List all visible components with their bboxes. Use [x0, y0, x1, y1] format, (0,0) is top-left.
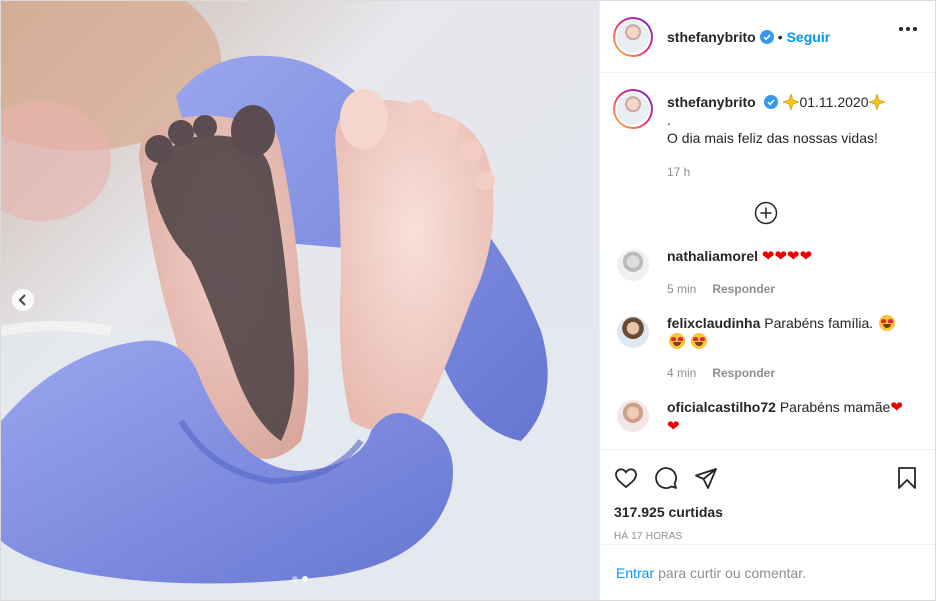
- caption-age: 17 h: [667, 165, 691, 179]
- post-header: sthefanybrito • Seguir: [600, 1, 935, 73]
- heart-eyes-emoji: ❤❤❤❤: [761, 248, 813, 265]
- login-prompt-text: para curtir ou comentar.: [658, 564, 806, 581]
- baby-feet-photo: [1, 1, 599, 600]
- post-actions: 317.925 curtidas HÁ 17 HORAS: [600, 449, 935, 542]
- commenter-avatar[interactable]: [617, 249, 649, 281]
- login-prompt: Entrar para curtir ou comentar.: [600, 544, 935, 600]
- comment-text: Parabéns mamãe: [779, 399, 891, 415]
- caption-author-avatar[interactable]: [613, 89, 653, 129]
- comment-age: 4 min: [667, 366, 697, 380]
- sparkle-emoji-icon: [867, 93, 886, 111]
- comments-list[interactable]: sthefanybrito 01.11.2020 . O dia mais fe…: [600, 73, 935, 446]
- comment-item: oficialcastilho72 Parabéns mamãe❤ ❤: [613, 398, 919, 436]
- commenter-username[interactable]: felixclaudinha: [667, 315, 760, 331]
- login-link[interactable]: Entrar: [616, 565, 654, 581]
- comment-text: Parabéns família.: [764, 315, 874, 331]
- carousel-prev-button[interactable]: [11, 288, 35, 312]
- heart-eyes-emoji: [879, 315, 896, 331]
- post-timestamp[interactable]: HÁ 17 HORAS: [614, 531, 919, 542]
- heart-icon[interactable]: [614, 466, 638, 490]
- comment-icon[interactable]: [654, 466, 678, 490]
- commenter-username[interactable]: oficialcastilho72: [667, 399, 776, 415]
- caption-dot: .: [667, 112, 671, 128]
- likes-count[interactable]: 317.925 curtidas: [614, 504, 919, 520]
- post-frame: sthefanybrito • Seguir sthefanybrito 01.…: [0, 0, 936, 601]
- follow-button[interactable]: Seguir: [787, 29, 831, 45]
- add-comment-icon[interactable]: [754, 201, 778, 225]
- post-image[interactable]: [1, 1, 599, 600]
- comment-age: 5 min: [667, 282, 697, 296]
- post-side-panel: sthefanybrito • Seguir sthefanybrito 01.…: [599, 1, 935, 600]
- bookmark-icon[interactable]: [895, 466, 919, 490]
- post-caption: sthefanybrito 01.11.2020 . O dia mais fe…: [613, 89, 919, 181]
- verified-badge-icon: [759, 29, 774, 44]
- more-options-button[interactable]: [899, 27, 917, 31]
- share-icon[interactable]: [694, 466, 718, 490]
- header-separator: •: [777, 28, 783, 45]
- carousel-indicator: [292, 576, 308, 582]
- carousel-dot: [292, 576, 298, 582]
- caption-text: O dia mais feliz das nossas vidas!: [667, 130, 878, 146]
- heart-emoji: ❤: [890, 399, 903, 416]
- comment-item: nathaliamorel ❤❤❤❤ 5 min Responder: [613, 247, 919, 298]
- heart-emoji: ❤: [667, 418, 680, 435]
- author-avatar[interactable]: [613, 16, 653, 57]
- carousel-dot-active: [302, 576, 308, 582]
- commenter-username[interactable]: nathaliamorel: [667, 248, 758, 264]
- commenter-avatar[interactable]: [617, 316, 649, 348]
- verified-badge-icon: [763, 95, 778, 109]
- more-icon: [899, 27, 903, 31]
- comment-item: felixclaudinha Parabéns família. 4 min R…: [613, 314, 919, 382]
- caption-author-username[interactable]: sthefanybrito: [667, 94, 756, 110]
- heart-eyes-emoji: [669, 333, 685, 349]
- caption-date: 01.11.2020: [799, 94, 869, 110]
- chevron-left-icon: [18, 294, 26, 306]
- reply-button[interactable]: Responder: [712, 280, 775, 298]
- commenter-avatar[interactable]: [617, 400, 649, 432]
- sparkle-emoji-icon: [782, 93, 801, 111]
- reply-button[interactable]: Responder: [712, 364, 775, 382]
- author-username[interactable]: sthefanybrito: [667, 29, 756, 45]
- heart-eyes-emoji: [690, 333, 707, 349]
